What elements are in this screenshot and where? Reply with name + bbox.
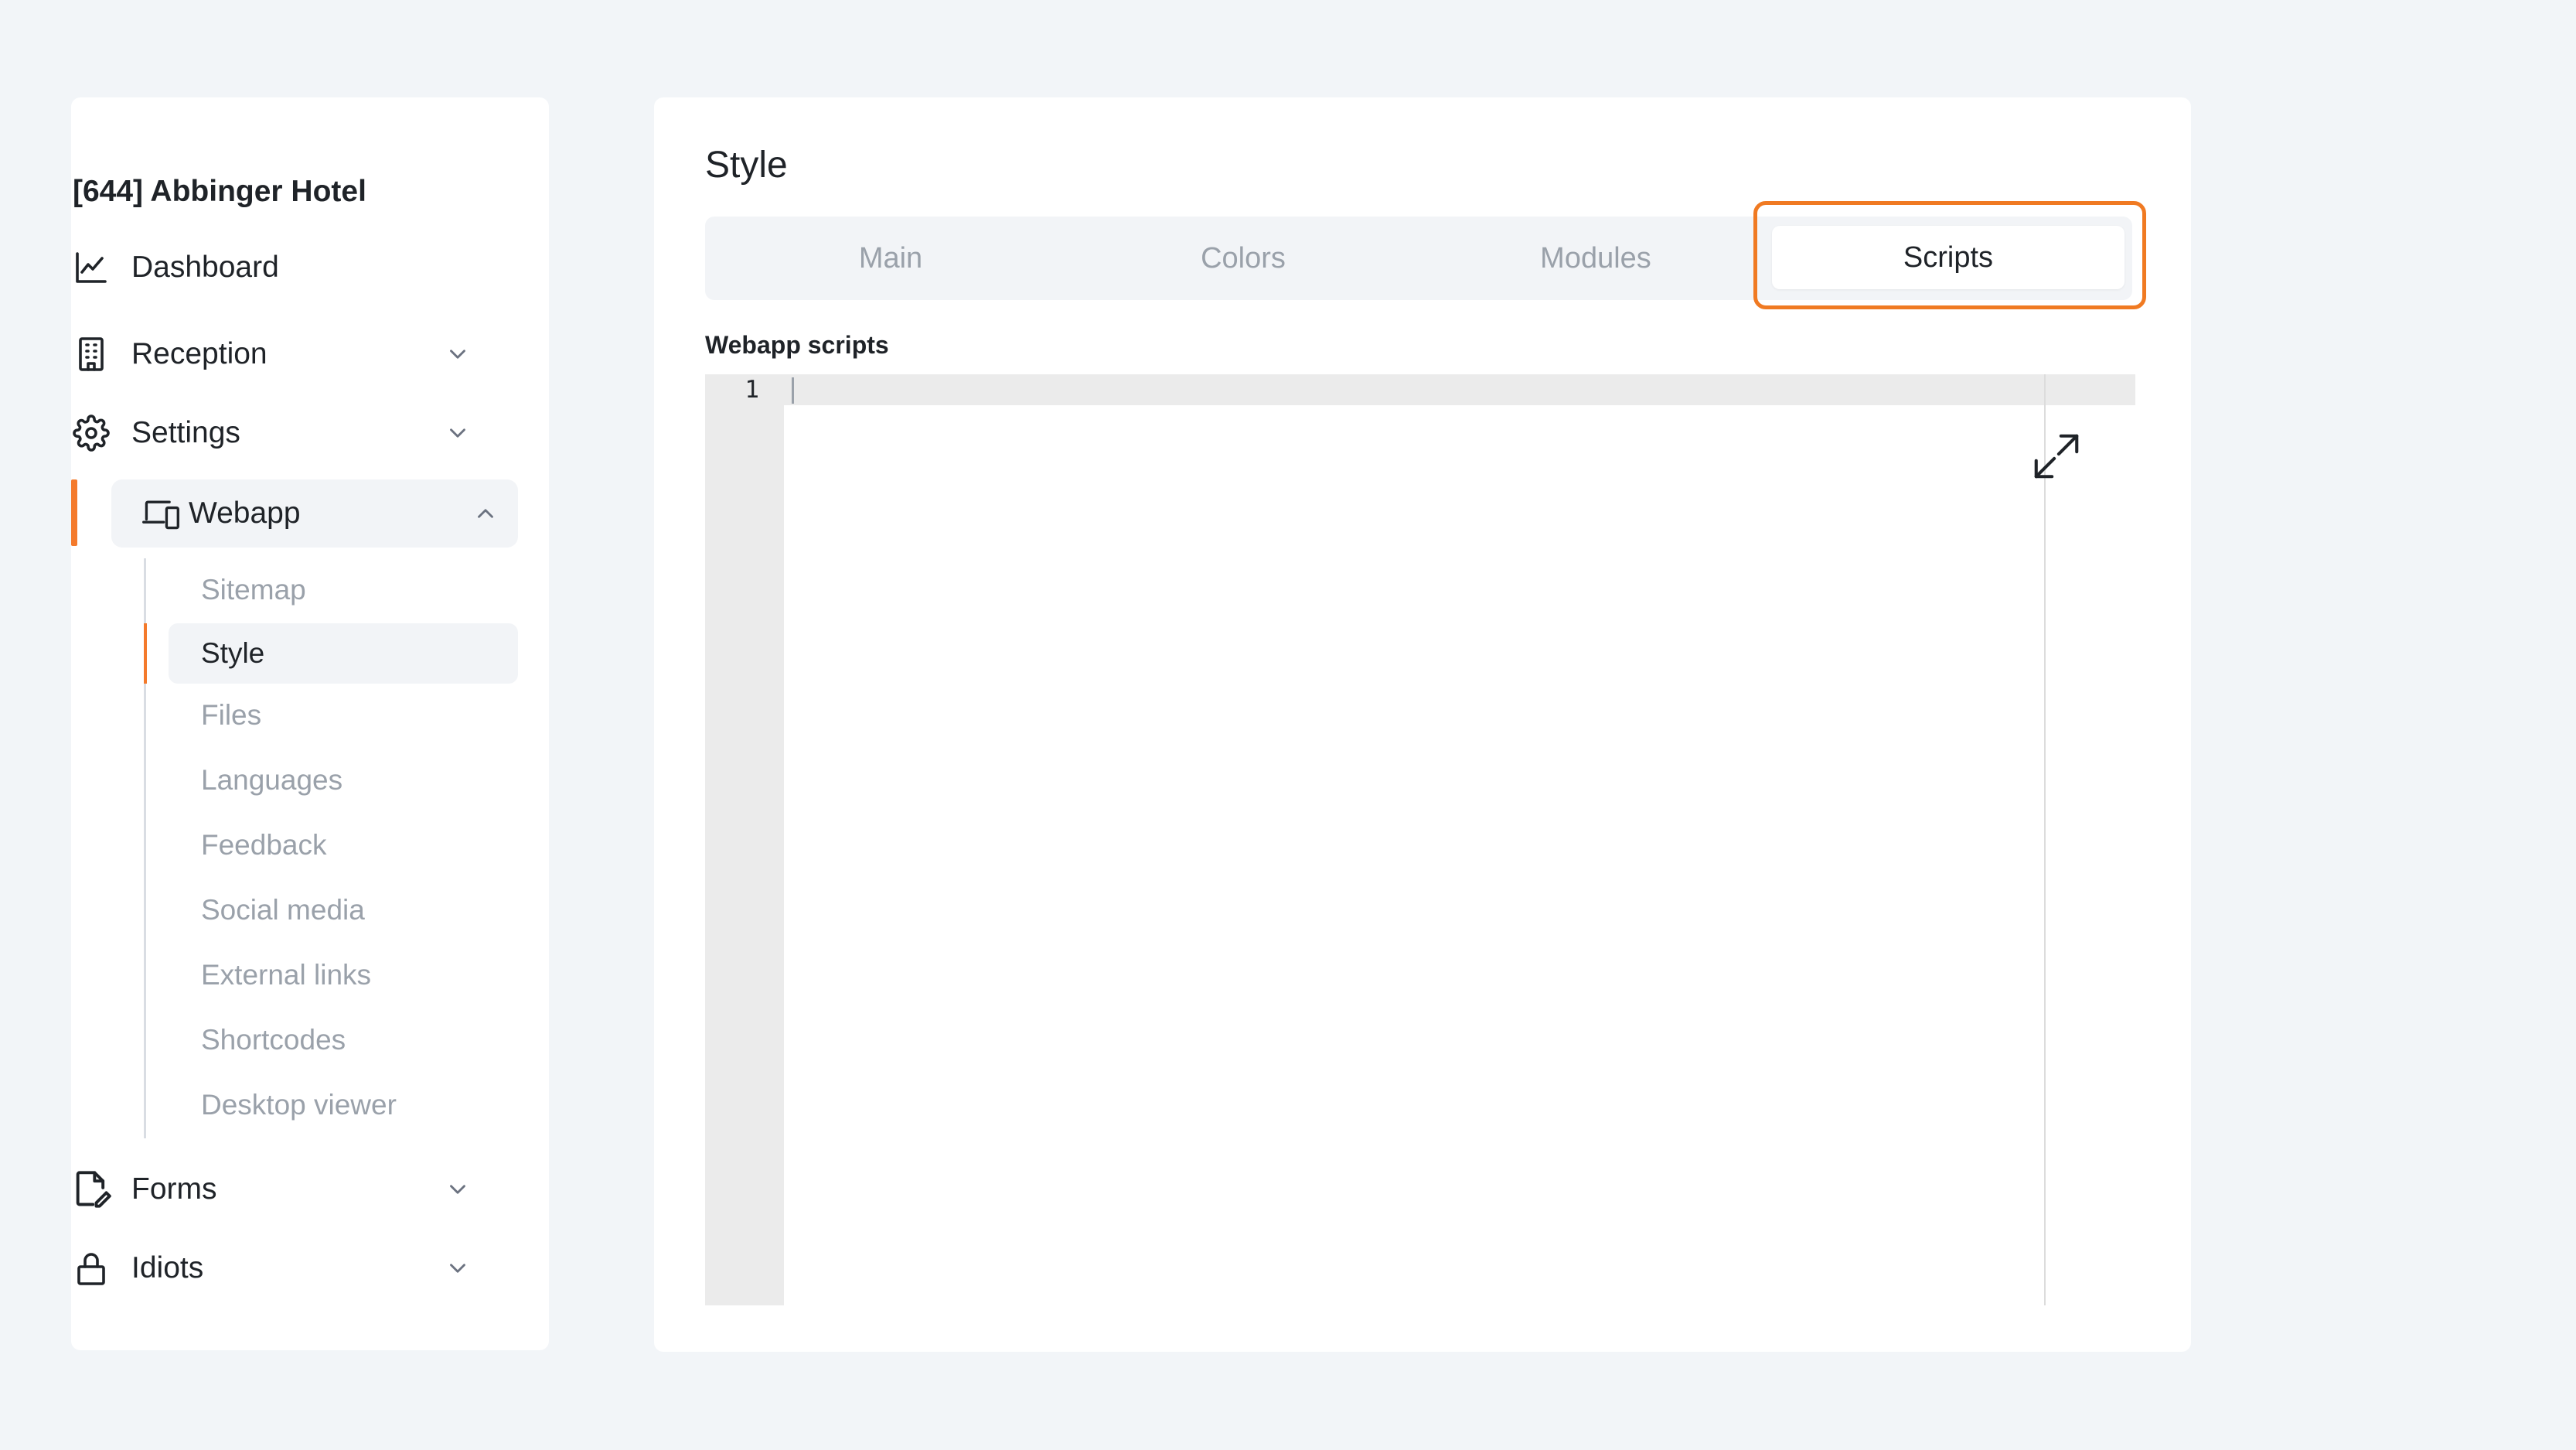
page-title: Style: [705, 145, 788, 186]
submenu-active-indicator: [144, 623, 147, 684]
sidebar-item-forms[interactable]: Forms: [71, 1155, 473, 1223]
sidebar-item-reception[interactable]: Reception: [71, 320, 473, 388]
devices-icon: [141, 493, 181, 534]
sidebar-item-webapp[interactable]: Webapp: [111, 479, 518, 548]
sidebar-subitem-languages[interactable]: Languages: [169, 750, 518, 810]
code-editor[interactable]: [705, 374, 2135, 1305]
text-cursor: [792, 377, 794, 404]
sidebar-subitem-style[interactable]: Style: [169, 623, 518, 684]
editor-gutter: [705, 374, 784, 1305]
chevron-down-icon[interactable]: [442, 1253, 473, 1284]
sidebar-item-label: Dashboard: [131, 251, 279, 284]
hotel-name: [644] Abbinger Hotel: [73, 175, 366, 208]
building-icon: [71, 334, 111, 374]
sidebar-item-label: Reception: [131, 337, 267, 370]
expand-icon: [2029, 429, 2084, 487]
line-number: 1: [745, 376, 759, 404]
sidebar-subitem-sitemap[interactable]: Sitemap: [169, 560, 518, 620]
sidebar-subitem-feedback[interactable]: Feedback: [169, 815, 518, 875]
chevron-down-icon[interactable]: [442, 1174, 473, 1205]
tab-main[interactable]: Main: [714, 217, 1067, 300]
gear-icon: [71, 413, 111, 453]
sidebar-item-label: Idiots: [131, 1251, 204, 1285]
chevron-down-icon[interactable]: [442, 418, 473, 449]
sidebar-item-label: Forms: [131, 1172, 217, 1206]
tab-modules[interactable]: Modules: [1419, 217, 1772, 300]
sidebar-item-settings[interactable]: Settings: [71, 399, 473, 467]
chevron-down-icon[interactable]: [442, 339, 473, 370]
sidebar-item-dashboard[interactable]: Dashboard: [71, 234, 473, 302]
chevron-up-icon[interactable]: [470, 498, 501, 529]
sidebar-subitem-shortcodes[interactable]: Shortcodes: [169, 1010, 518, 1070]
sidebar-subitem-files[interactable]: Files: [169, 685, 518, 745]
field-label: Webapp scripts: [705, 331, 889, 359]
editor-active-line[interactable]: [705, 374, 2135, 405]
sidebar-subitem-external-links[interactable]: External links: [169, 945, 518, 1005]
sidebar-subitem-desktop-viewer[interactable]: Desktop viewer: [169, 1075, 518, 1135]
sidebar-subitem-social-media[interactable]: Social media: [169, 880, 518, 940]
sidebar-item-label: Settings: [131, 416, 240, 449]
lock-icon: [71, 1248, 111, 1288]
active-indicator: [71, 479, 77, 546]
chart-line-icon: [71, 247, 111, 288]
sidebar-item-label: Webapp: [189, 496, 301, 530]
expand-button[interactable]: [2027, 428, 2086, 487]
tab-highlight-outline: [1753, 201, 2146, 309]
editor-ruler: [2044, 374, 2046, 1305]
sidebar-item-idiots[interactable]: Idiots: [71, 1234, 473, 1302]
tab-colors[interactable]: Colors: [1067, 217, 1419, 300]
file-edit-icon: [71, 1169, 111, 1209]
